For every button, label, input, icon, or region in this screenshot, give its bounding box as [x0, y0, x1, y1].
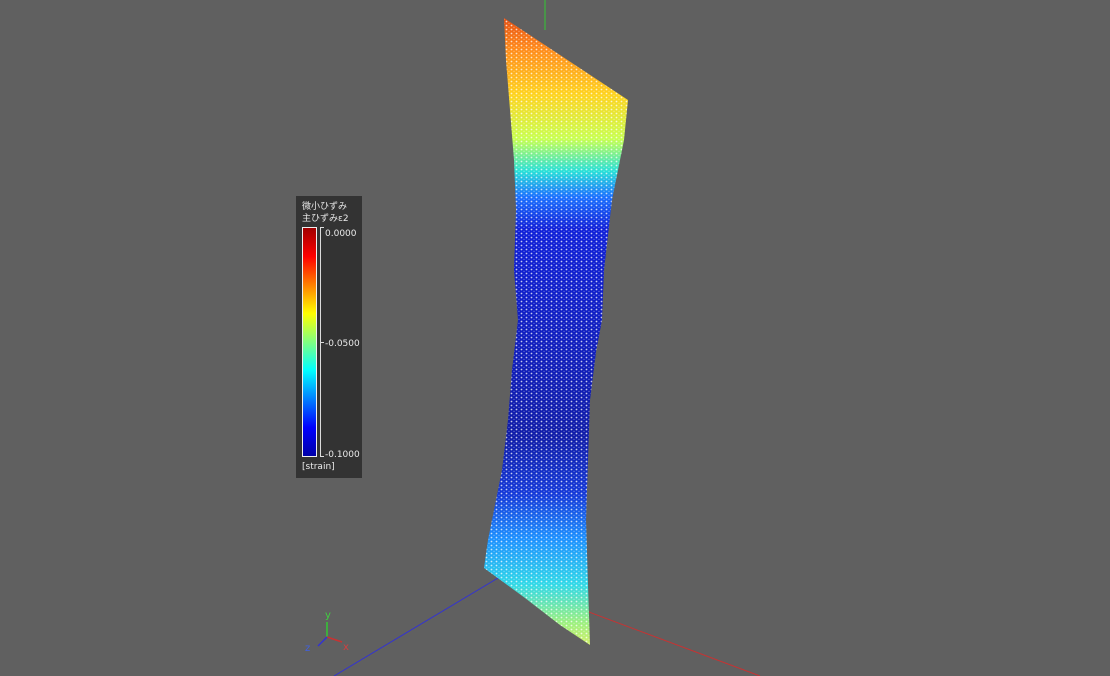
world-axis-z: [333, 577, 499, 676]
orientation-triad: y x z: [305, 610, 349, 654]
triad-y-label: y: [325, 610, 331, 621]
legend-title: 微小ひずみ: [302, 202, 348, 212]
color-scale-legend: 微小ひずみ 主ひずみε2 0.0000 -0.0500 -0.1000 [str…: [296, 196, 362, 478]
triad-x-label: x: [343, 642, 349, 653]
colormap-bar: [302, 227, 317, 457]
colormap-tick-bottom: [320, 456, 324, 457]
legend-unit: [strain]: [302, 462, 335, 472]
colormap-tick-mid: [320, 342, 324, 343]
tick-label-mid: -0.0500: [325, 339, 360, 349]
legend-subtitle: 主ひずみε2: [302, 214, 349, 224]
colormap-tick-top: [320, 227, 324, 228]
strain-point-cloud: [484, 18, 628, 645]
tick-label-max: 0.0000: [325, 229, 357, 239]
scene-canvas[interactable]: y x z: [0, 0, 1110, 676]
3d-viewport[interactable]: y x z 微小ひずみ 主ひずみε2 0.0000 -0.0500 -0.100…: [0, 0, 1110, 676]
triad-z-label: z: [305, 643, 310, 654]
tick-label-min: -0.1000: [325, 450, 360, 460]
